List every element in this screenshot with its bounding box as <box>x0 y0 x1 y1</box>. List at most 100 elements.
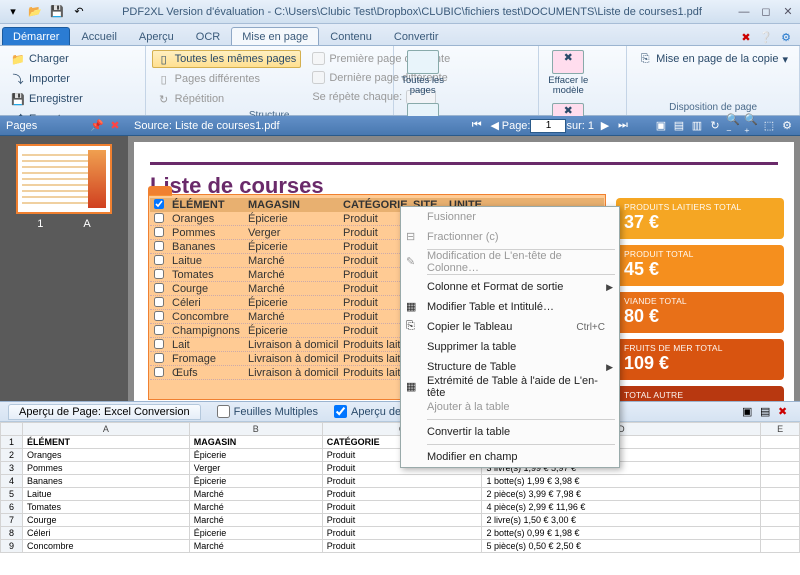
col-header[interactable]: B <box>189 423 322 436</box>
ctx-extremite[interactable]: ▦Extrémité de Table à l'aide de L'en-têt… <box>401 377 619 397</box>
feuilles-input[interactable] <box>217 405 230 418</box>
ctx-structure[interactable]: Structure de Table▶ <box>401 357 619 377</box>
ctx-supprimer[interactable]: Supprimer la table <box>401 337 619 357</box>
ribbon-group-disposition: ⎘Mise en page de la copie▾ Disposition d… <box>627 46 800 115</box>
view1-icon[interactable]: ▣ <box>654 119 668 133</box>
row-checkbox[interactable] <box>154 339 164 349</box>
zoom-in-icon[interactable]: 🔍⁺ <box>744 119 758 133</box>
ctx-modchamp[interactable]: Modifier en champ <box>401 447 619 467</box>
preview-btn2-icon[interactable]: ▤ <box>760 405 774 419</box>
tab-accueil[interactable]: Accueil <box>70 27 127 45</box>
maximize-button[interactable]: ◻ <box>758 5 774 19</box>
page-thumbnail[interactable] <box>16 144 112 214</box>
ctx-copier[interactable]: ⎘Copier le TableauCtrl+C <box>401 317 619 337</box>
premierediff-input[interactable] <box>312 52 325 65</box>
row-checkbox[interactable] <box>154 213 164 223</box>
nav-next-icon[interactable]: ▶ <box>598 119 612 133</box>
select-all-checkbox[interactable] <box>154 199 164 209</box>
tab-contenu[interactable]: Contenu <box>319 27 383 45</box>
row-checkbox[interactable] <box>154 283 164 293</box>
row-checkbox[interactable] <box>154 311 164 321</box>
minimize-button[interactable]: — <box>736 5 752 19</box>
misecopie-button[interactable]: ⎘Mise en page de la copie▾ <box>633 50 793 68</box>
preview-row[interactable]: 7CourgeMarchéProduit2 livre(s) 1,50 € 3,… <box>1 514 800 527</box>
save-icon[interactable]: 💾 <box>48 3 66 21</box>
ctx-copier-shortcut: Ctrl+C <box>576 322 605 333</box>
preview-row[interactable]: 6TomatesMarchéProduit4 pièce(s) 2,99 € 1… <box>1 501 800 514</box>
misecopie-label: Mise en page de la copie <box>656 53 778 65</box>
preview-row[interactable]: 8CéleriÉpicerieProduit2 botte(s) 0,99 € … <box>1 527 800 540</box>
importer-button[interactable]: ⤵Importer <box>6 70 75 88</box>
row-checkbox[interactable] <box>154 241 164 251</box>
preview-row[interactable]: 5LaitueMarchéProduit2 pièce(s) 3,99 € 7,… <box>1 488 800 501</box>
pages-close-icon[interactable]: ✖ <box>108 119 122 133</box>
save-icon: 💾 <box>11 92 25 106</box>
repetition-button[interactable]: ↻Répétition <box>152 90 302 108</box>
pages-panel: Pages 📌 ✖ 1A <box>0 116 128 401</box>
row-checkbox[interactable] <box>154 255 164 265</box>
ctx-colformat[interactable]: Colonne et Format de sortie▶ <box>401 277 619 297</box>
tailles-input[interactable] <box>334 405 347 418</box>
tab-apercu[interactable]: Aperçu <box>128 27 185 45</box>
edit-header-icon: ✎ <box>406 255 420 269</box>
preview-btn1-icon[interactable]: ▣ <box>742 405 756 419</box>
preview-row[interactable]: 4BananesÉpicerieProduit1 botte(s) 1,99 €… <box>1 475 800 488</box>
row-checkbox[interactable] <box>154 227 164 237</box>
toutesles-button[interactable]: Toutes les pages <box>400 50 446 97</box>
total-card: PRODUITS LAITIERS TOTAL37 € <box>616 198 784 239</box>
nav-prev-icon[interactable]: ◀ <box>488 119 502 133</box>
ribbon-group-detection: Toutes les pages Page actuelle Auto-sugg… <box>394 46 540 115</box>
col-element: ÉLÉMENT <box>168 198 244 212</box>
toutesles-label: Toutes les pages <box>400 76 446 97</box>
ctx-modtable[interactable]: ▦Modifier Table et Intitulé… <box>401 297 619 317</box>
toutesmemes-button[interactable]: ▯Toutes les mêmes pages <box>152 50 302 68</box>
row-checkbox[interactable] <box>154 269 164 279</box>
settings-icon[interactable]: ⚙ <box>778 29 794 45</box>
zoom-out-icon[interactable]: 🔍⁻ <box>726 119 740 133</box>
source-header: Source: Liste de courses1.pdf ⏮ ◀ Page: … <box>128 116 800 136</box>
ctx-ajouter: Ajouter à la table <box>401 397 619 417</box>
open-icon[interactable]: 📂 <box>26 3 44 21</box>
pagesdiff-button[interactable]: ▯Pages différentes <box>152 70 302 88</box>
preview-tab[interactable]: Aperçu de Page: Excel Conversion <box>8 404 201 420</box>
row-checkbox[interactable] <box>154 353 164 363</box>
thumb-letter: A <box>83 218 90 230</box>
view3-icon[interactable]: ▥ <box>690 119 704 133</box>
preview-row[interactable]: 9ConcombreMarchéProduit5 pièce(s) 0,50 €… <box>1 540 800 553</box>
row-checkbox[interactable] <box>154 325 164 335</box>
settings2-icon[interactable]: ⚙ <box>780 119 794 133</box>
rotate-icon[interactable]: ↻ <box>708 119 722 133</box>
nav-last-icon[interactable]: ⏭ <box>616 119 630 133</box>
preview-close-icon[interactable]: ✖ <box>778 405 792 419</box>
ctx-convertir[interactable]: Convertir la table <box>401 422 619 442</box>
col-header[interactable]: A <box>23 423 190 436</box>
enregistrer-button[interactable]: 💾Enregistrer <box>6 90 88 108</box>
tab-convertir[interactable]: Convertir <box>383 27 450 45</box>
charger-button[interactable]: 📁Charger <box>6 50 74 68</box>
row-checkbox[interactable] <box>154 297 164 307</box>
close-button[interactable]: ✕ <box>780 5 796 19</box>
nav-first-icon[interactable]: ⏮ <box>470 119 484 133</box>
fit-icon[interactable]: ⬚ <box>762 119 776 133</box>
qat-menu-icon[interactable]: ▾ <box>4 3 22 21</box>
col-header[interactable]: E <box>761 423 800 436</box>
help-icon[interactable]: ❔ <box>758 29 774 45</box>
pages-pin-icon[interactable]: 📌 <box>90 119 104 133</box>
effacermodele-button[interactable]: ✖Effacer le modèle <box>545 50 591 97</box>
app-close-icon[interactable]: ✖ <box>738 29 754 45</box>
feuilles-checkbox[interactable]: Feuilles Multiples <box>217 405 318 418</box>
all-pages-icon <box>407 50 439 74</box>
page-input[interactable] <box>530 119 566 133</box>
page-total: sur: 1 <box>566 120 594 132</box>
preview-row[interactable]: 10ChampignonsÉpicerieProduit0,5 livre(s)… <box>1 553 800 554</box>
undo-icon[interactable]: ↶ <box>70 3 88 21</box>
ribbon-group-effacer: ✖Effacer le modèle ✖Effacer la mise en p… <box>539 46 627 115</box>
dernierediff-input[interactable] <box>312 71 325 84</box>
row-checkbox[interactable] <box>154 367 164 377</box>
tab-demarrer[interactable]: Démarrer <box>2 27 70 45</box>
tab-ocr[interactable]: OCR <box>185 27 231 45</box>
divider <box>150 162 778 165</box>
copy-layout-icon: ⎘ <box>638 52 652 66</box>
tab-miseenpage[interactable]: Mise en page <box>231 27 319 45</box>
view2-icon[interactable]: ▤ <box>672 119 686 133</box>
